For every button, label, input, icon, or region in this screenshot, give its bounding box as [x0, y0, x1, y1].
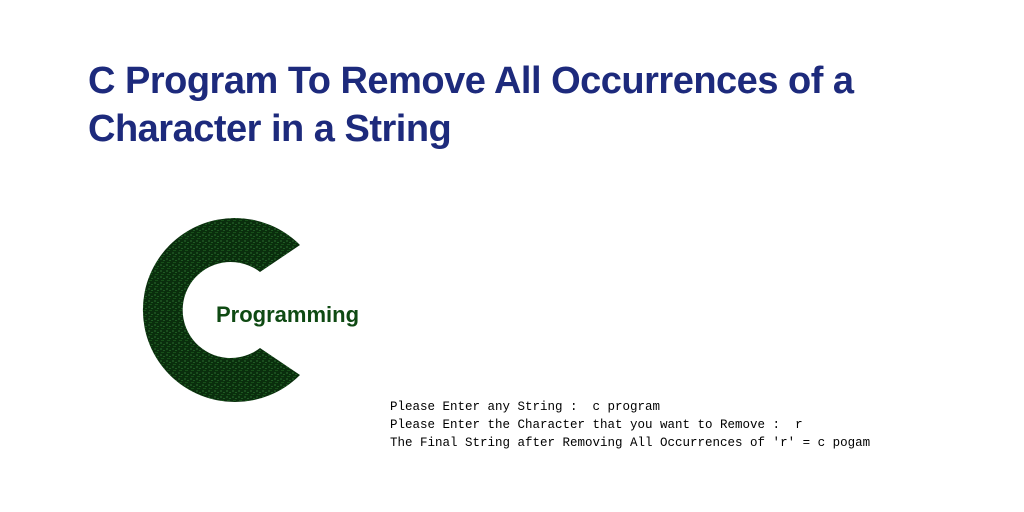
console-line: Please Enter any String : c program [390, 400, 660, 414]
programming-label: Programming [216, 302, 359, 328]
console-line: The Final String after Removing All Occu… [390, 436, 870, 450]
page-title: C Program To Remove All Occurrences of a… [88, 58, 964, 153]
console-line: Please Enter the Character that you want… [390, 418, 803, 432]
console-output: Please Enter any String : c program Plea… [390, 380, 870, 453]
c-programming-logo: Programming [130, 210, 390, 410]
